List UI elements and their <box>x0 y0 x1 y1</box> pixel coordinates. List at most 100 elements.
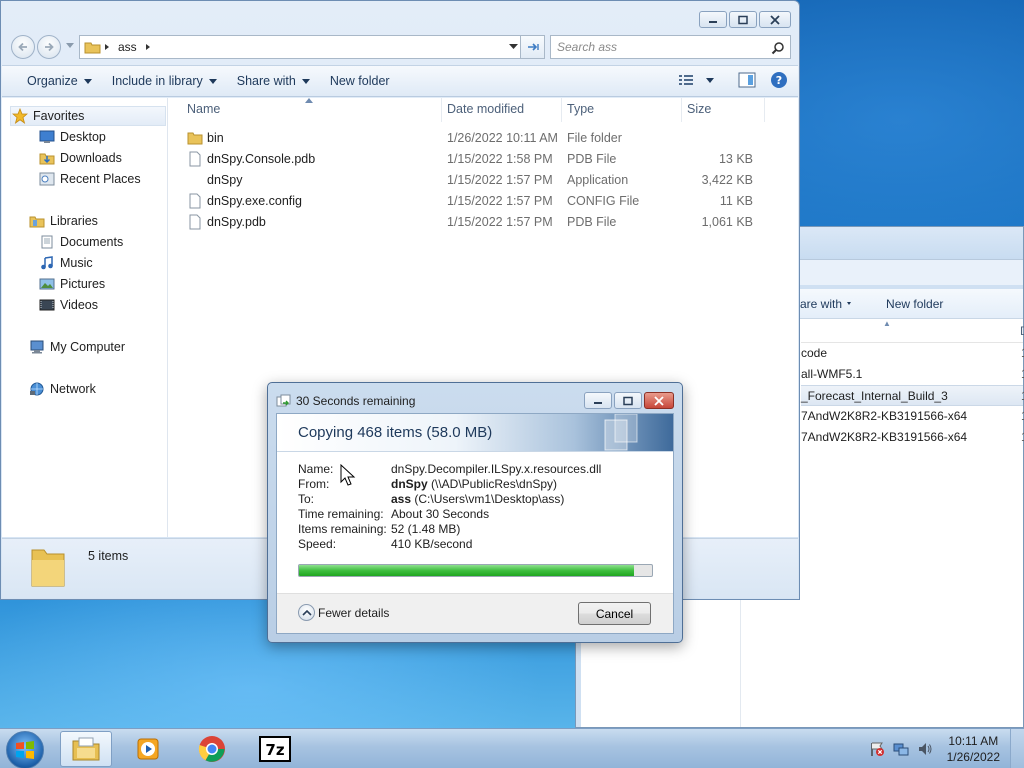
file-icon <box>189 193 201 209</box>
taskbar-chrome[interactable] <box>186 731 238 767</box>
bg-row-name: _Forecast_Internal_Build_3 <box>801 389 948 403</box>
sidebar-item-my-computer[interactable]: My Computer <box>28 337 125 357</box>
sidebar-item-favorites[interactable]: Favorites <box>10 106 166 126</box>
search-icon[interactable] <box>771 41 785 55</box>
breadcrumb-ass[interactable]: ass <box>118 40 137 54</box>
table-row[interactable]: dnSpy.pdb 1/15/2022 1:57 PM PDB File 1,0… <box>169 212 798 233</box>
bg-row-name: 7AndW2K8R2-KB3191566-x64 <box>801 409 968 423</box>
action-center-flag-icon[interactable] <box>869 741 885 757</box>
column-divider[interactable] <box>764 98 765 122</box>
share-with-button[interactable]: Share with <box>227 66 320 96</box>
view-options-button[interactable] <box>678 73 714 87</box>
new-folder-button[interactable]: New folder <box>320 66 400 96</box>
table-row[interactable]: dnSpy.exe.config 1/15/2022 1:57 PM CONFI… <box>169 191 798 212</box>
list-item[interactable]: all-WMF5.11 <box>801 364 1024 385</box>
table-row[interactable]: bin 1/26/2022 10:11 AM File folder <box>169 128 798 149</box>
column-size[interactable]: Size <box>687 102 711 116</box>
copy-progress-dialog[interactable]: 30 Seconds remaining Copying 468 items (… <box>267 382 683 643</box>
sidebar-item-label: Pictures <box>60 277 106 291</box>
column-name[interactable]: Name <box>187 102 220 116</box>
file-name: dnSpy.pdb <box>207 215 266 229</box>
forward-button[interactable] <box>37 35 61 59</box>
time-value: About 30 Seconds <box>391 507 490 521</box>
bg-share-button[interactable]: are with <box>800 297 870 311</box>
breadcrumb: ass <box>84 40 153 54</box>
cancel-button[interactable]: Cancel <box>578 602 651 625</box>
list-item-selected[interactable]: _Forecast_Internal_Build_31 <box>801 385 1024 406</box>
sidebar-item-network[interactable]: Network <box>28 379 96 399</box>
start-button[interactable] <box>6 731 44 768</box>
documents-icon <box>38 234 56 250</box>
recent-pages-dropdown-icon[interactable] <box>66 43 74 49</box>
minimize-button[interactable] <box>699 11 727 28</box>
sidebar-item-documents[interactable]: Documents <box>38 232 123 252</box>
file-icon <box>189 214 201 230</box>
column-divider[interactable] <box>441 98 442 122</box>
videos-icon <box>38 297 56 313</box>
file-type: PDB File <box>567 152 617 166</box>
taskbar-explorer[interactable] <box>60 731 112 767</box>
close-button[interactable] <box>759 11 791 28</box>
sort-ascending-icon <box>305 98 313 103</box>
minimize-icon <box>594 401 602 404</box>
from-folder: dnSpy <box>391 477 428 491</box>
dialog-title-bar: 30 Seconds remaining <box>276 394 415 408</box>
back-button[interactable] <box>11 35 35 59</box>
folder-icon <box>187 132 203 145</box>
file-type: CONFIG File <box>567 194 640 208</box>
taskbar-7zip[interactable]: 7z <box>249 731 301 767</box>
column-type[interactable]: Type <box>567 102 594 116</box>
chevron-down-icon[interactable] <box>509 44 518 50</box>
bg-new-folder-button[interactable]: New folder <box>886 297 957 311</box>
file-icon <box>189 151 201 167</box>
item-count: 5 items <box>88 549 129 563</box>
breadcrumb-separator-icon[interactable] <box>102 42 112 52</box>
to-value[interactable]: ass (C:\Users\vm1\Desktop\ass) <box>391 492 564 507</box>
table-row[interactable]: dnSpy 1/15/2022 1:57 PM Application 3,42… <box>169 170 798 191</box>
sidebar-item-libraries[interactable]: Libraries <box>28 211 98 231</box>
refresh-button[interactable] <box>520 35 545 59</box>
sidebar-item-downloads[interactable]: Downloads <box>38 148 122 168</box>
taskbar-media-player[interactable] <box>122 731 174 767</box>
sidebar-item-videos[interactable]: Videos <box>38 295 98 315</box>
include-in-library-button[interactable]: Include in library <box>102 66 227 96</box>
sidebar-item-music[interactable]: Music <box>38 253 93 273</box>
column-divider[interactable] <box>681 98 682 122</box>
folder-icon <box>84 42 101 54</box>
list-item[interactable]: 7AndW2K8R2-KB3191566-x641 <box>801 406 1024 427</box>
bg-new-folder-label: New folder <box>886 296 944 311</box>
share-label: Share with <box>236 74 296 88</box>
dialog-close-button[interactable] <box>644 392 674 409</box>
volume-icon[interactable] <box>917 741 933 757</box>
clock[interactable]: 10:11 AM 1/26/2022 <box>947 733 1000 765</box>
sidebar-item-recent-places[interactable]: Recent Places <box>38 169 141 189</box>
bg-column-d[interactable]: D <box>1020 324 1024 338</box>
breadcrumb-separator-icon[interactable] <box>143 42 153 52</box>
sidebar-item-desktop[interactable]: Desktop <box>38 127 106 147</box>
chevron-down-icon <box>706 77 714 83</box>
network-status-icon[interactable] <box>893 741 909 757</box>
table-row[interactable]: dnSpy.Console.pdb 1/15/2022 1:58 PM PDB … <box>169 149 798 170</box>
chrome-icon <box>198 736 225 762</box>
time-label: Time remaining: <box>298 507 384 521</box>
sidebar-item-label: Music <box>60 256 93 270</box>
dialog-title: 30 Seconds remaining <box>296 394 416 408</box>
dialog-minimize-button[interactable] <box>584 392 612 409</box>
search-input[interactable]: Search ass <box>550 35 791 59</box>
organize-button[interactable]: Organize <box>17 66 102 96</box>
dialog-maximize-button[interactable] <box>614 392 642 409</box>
address-bar[interactable]: ass <box>79 35 525 59</box>
sidebar-item-pictures[interactable]: Pictures <box>38 274 105 294</box>
fewer-details-button[interactable]: Fewer details <box>298 604 389 621</box>
column-date-modified[interactable]: Date modified <box>447 102 524 116</box>
list-item[interactable]: code1 <box>801 343 1024 364</box>
from-value[interactable]: dnSpy (\\AD\PublicRes\dnSpy) <box>391 477 557 492</box>
column-divider[interactable] <box>561 98 562 122</box>
preview-pane-icon[interactable] <box>738 72 756 88</box>
show-desktop-button[interactable] <box>1010 729 1024 768</box>
list-item[interactable]: 7AndW2K8R2-KB3191566-x641 <box>801 427 1024 448</box>
system-tray: 10:11 AM 1/26/2022 <box>869 729 1024 768</box>
maximize-button[interactable] <box>729 11 757 28</box>
file-date: 1/15/2022 1:57 PM <box>447 194 553 208</box>
help-icon[interactable]: ? <box>770 71 788 89</box>
